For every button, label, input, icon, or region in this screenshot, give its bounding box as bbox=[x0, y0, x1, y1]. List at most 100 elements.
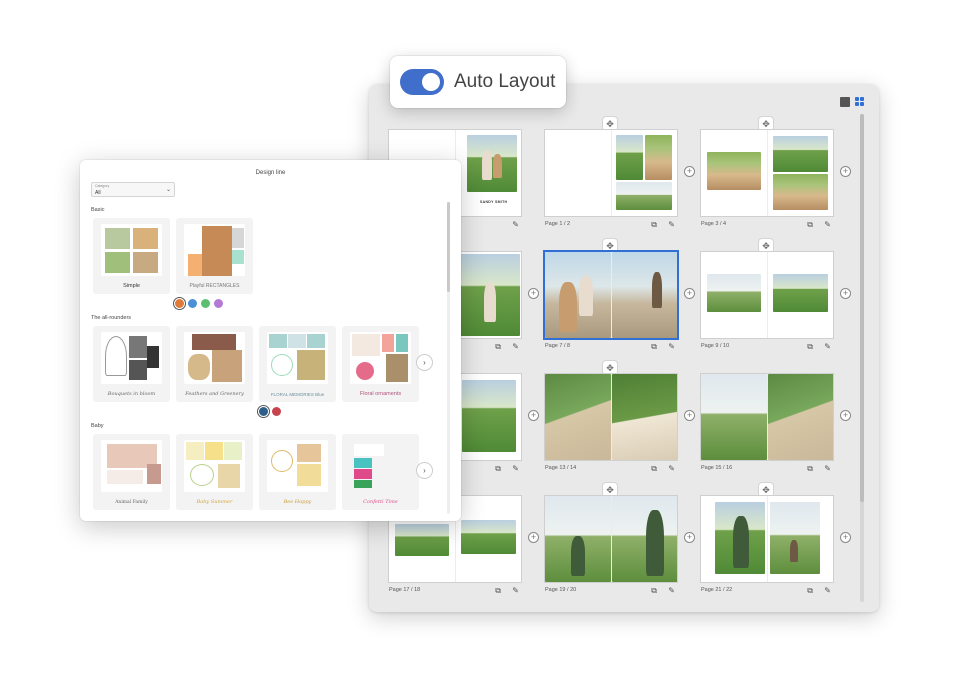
page-label: Page 15 / 16 bbox=[701, 465, 733, 471]
spread-page-13-14[interactable] bbox=[545, 374, 677, 460]
photo-subject bbox=[559, 282, 577, 332]
pencil-icon[interactable]: ✎ bbox=[824, 586, 831, 596]
spread-page-7-8[interactable] bbox=[545, 252, 677, 338]
spread-page-3-4[interactable] bbox=[701, 130, 833, 216]
add-page-icon[interactable]: + bbox=[840, 166, 851, 177]
chevron-right-icon[interactable]: › bbox=[417, 463, 432, 478]
color-swatch[interactable] bbox=[175, 299, 184, 308]
add-page-icon[interactable]: + bbox=[840, 410, 851, 421]
move-icon[interactable]: ✥ bbox=[603, 239, 617, 253]
duplicate-icon[interactable]: ⧉ bbox=[495, 342, 501, 352]
photo bbox=[616, 182, 672, 210]
color-swatch[interactable] bbox=[259, 407, 268, 416]
spread-page-15-16[interactable] bbox=[701, 374, 833, 460]
design-card-baby-summer[interactable]: Baby Summer bbox=[176, 434, 253, 510]
duplicate-icon[interactable]: ⧉ bbox=[495, 464, 501, 474]
design-card-name: Bee Happy bbox=[283, 499, 312, 505]
grid-view-icon[interactable] bbox=[855, 97, 865, 107]
color-swatch[interactable] bbox=[201, 299, 210, 308]
duplicate-icon[interactable]: ⧉ bbox=[495, 586, 501, 596]
pencil-icon[interactable]: ✎ bbox=[668, 220, 675, 230]
duplicate-icon[interactable]: ⧉ bbox=[651, 342, 657, 352]
chevron-right-icon[interactable]: › bbox=[417, 355, 432, 370]
color-swatch[interactable] bbox=[188, 299, 197, 308]
design-card-playful-rectangles[interactable]: Playful RECTANGLES bbox=[176, 218, 253, 294]
color-swatch[interactable] bbox=[272, 407, 281, 416]
move-icon[interactable]: ✥ bbox=[603, 117, 617, 131]
move-icon[interactable]: ✥ bbox=[759, 117, 773, 131]
duplicate-icon[interactable]: ⧉ bbox=[807, 586, 813, 596]
photo bbox=[773, 274, 828, 312]
photo bbox=[707, 274, 761, 312]
duplicate-icon[interactable]: ⧉ bbox=[807, 342, 813, 352]
page-label: Page 17 / 18 bbox=[389, 587, 421, 593]
toggle-knob bbox=[422, 73, 440, 91]
pencil-icon[interactable]: ✎ bbox=[668, 342, 675, 352]
add-page-icon[interactable]: + bbox=[684, 166, 695, 177]
move-icon[interactable]: ✥ bbox=[603, 483, 617, 497]
spread-page-19-20[interactable] bbox=[545, 496, 677, 582]
duplicate-icon[interactable]: ⧉ bbox=[651, 220, 657, 230]
add-page-icon[interactable]: + bbox=[528, 532, 539, 543]
move-icon[interactable]: ✥ bbox=[603, 361, 617, 375]
add-page-icon[interactable]: + bbox=[684, 288, 695, 299]
design-thumbnail bbox=[350, 440, 411, 492]
pencil-icon[interactable]: ✎ bbox=[668, 586, 675, 596]
add-page-icon[interactable]: + bbox=[684, 532, 695, 543]
duplicate-icon[interactable]: ⧉ bbox=[651, 586, 657, 596]
design-card-feathers[interactable]: Feathers and Greenery bbox=[176, 326, 253, 402]
spread-left-page bbox=[545, 130, 611, 216]
pencil-icon[interactable]: ✎ bbox=[512, 220, 519, 230]
pencil-icon[interactable]: ✎ bbox=[824, 464, 831, 474]
pencil-icon[interactable]: ✎ bbox=[512, 586, 519, 596]
auto-layout-card: Auto Layout bbox=[390, 56, 566, 108]
pencil-icon[interactable]: ✎ bbox=[668, 464, 675, 474]
add-page-icon[interactable]: + bbox=[840, 532, 851, 543]
page-label: Page 9 / 10 bbox=[701, 343, 730, 349]
pencil-icon[interactable]: ✎ bbox=[512, 464, 519, 474]
move-icon[interactable]: ✥ bbox=[759, 483, 773, 497]
design-card-name: Baby Summer bbox=[196, 499, 233, 505]
pencil-icon[interactable]: ✎ bbox=[512, 342, 519, 352]
page-label: Page 1 / 2 bbox=[545, 221, 571, 227]
category-select[interactable]: Category All ⌄ bbox=[91, 182, 175, 197]
spread-page-1-2[interactable] bbox=[545, 130, 677, 216]
color-swatch[interactable] bbox=[214, 299, 223, 308]
design-card-simple[interactable]: Simple bbox=[93, 218, 170, 294]
workspace-scrollbar[interactable] bbox=[860, 114, 864, 602]
spread-page-21-22[interactable] bbox=[701, 496, 833, 582]
workspace-scroll-thumb[interactable] bbox=[860, 114, 864, 502]
duplicate-icon[interactable]: ⧉ bbox=[651, 464, 657, 474]
design-card-floral-ornaments[interactable]: Floral ornaments bbox=[342, 326, 419, 402]
spread-meta: Page 7 / 8 ⧉ ✎ bbox=[545, 342, 677, 353]
page-label: Page 13 / 14 bbox=[545, 465, 577, 471]
design-card-name: Confetti Time bbox=[363, 499, 398, 505]
photo bbox=[707, 152, 761, 190]
auto-layout-toggle[interactable] bbox=[400, 69, 444, 95]
design-card-bee-happy[interactable]: Bee Happy bbox=[259, 434, 336, 510]
move-icon[interactable]: ✥ bbox=[759, 239, 773, 253]
duplicate-icon[interactable]: ⧉ bbox=[807, 464, 813, 474]
duplicate-icon[interactable]: ⧉ bbox=[807, 220, 813, 230]
pencil-icon[interactable]: ✎ bbox=[824, 342, 831, 352]
add-page-icon[interactable]: + bbox=[684, 410, 695, 421]
spread-cell: ✥ + Page 13 / 14 ⧉ ✎ bbox=[545, 361, 695, 492]
add-page-icon[interactable]: + bbox=[840, 288, 851, 299]
single-view-icon[interactable] bbox=[840, 97, 850, 107]
pencil-icon[interactable]: ✎ bbox=[824, 220, 831, 230]
add-page-icon[interactable]: + bbox=[528, 410, 539, 421]
design-thumbnail bbox=[350, 332, 411, 384]
design-card-floral-memories[interactable]: FLORAL MEMORIES Blue bbox=[259, 326, 336, 402]
panel-scrollbar[interactable] bbox=[447, 202, 450, 514]
photo bbox=[545, 374, 611, 460]
spread-page-9-10[interactable] bbox=[701, 252, 833, 338]
design-card-confetti-time[interactable]: Confetti Time bbox=[342, 434, 419, 510]
spread-right-page bbox=[611, 374, 677, 460]
panel-scroll-thumb[interactable] bbox=[447, 202, 450, 292]
spread-right-page bbox=[767, 252, 833, 338]
design-card-animal-family[interactable]: Animal Family bbox=[93, 434, 170, 510]
design-card-name: Floral ornaments bbox=[359, 391, 402, 397]
section-title-basic: Basic bbox=[91, 207, 105, 213]
add-page-icon[interactable]: + bbox=[528, 288, 539, 299]
design-card-bouquets[interactable]: Bouquets in bloom bbox=[93, 326, 170, 402]
